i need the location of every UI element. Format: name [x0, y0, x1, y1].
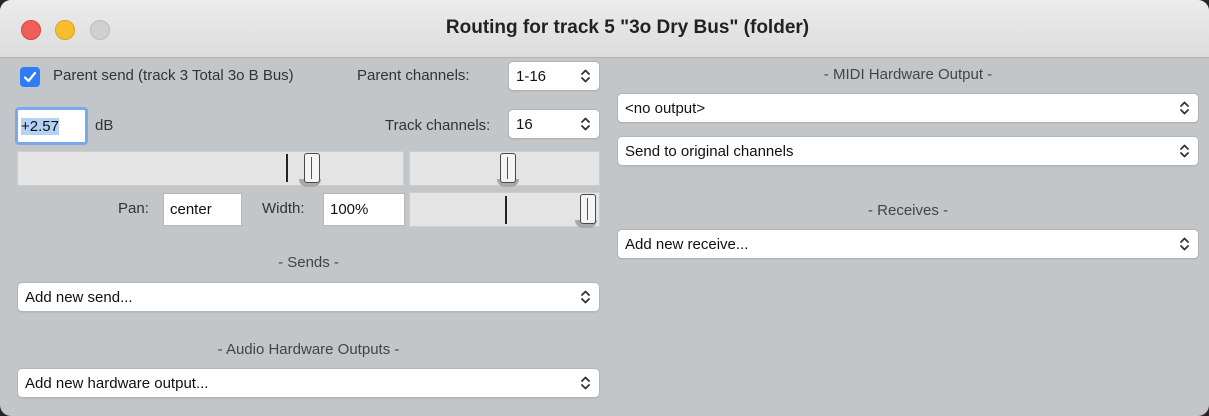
updown-chevron-icon	[581, 290, 590, 304]
width-value: 100%	[330, 201, 369, 218]
midi-output-heading: - MIDI Hardware Output -	[823, 66, 993, 83]
pan-input[interactable]: center	[163, 193, 242, 226]
updown-chevron-icon	[1180, 101, 1189, 115]
midi-output-select[interactable]: <no output>	[617, 93, 1199, 123]
midi-output-value: <no output>	[625, 99, 706, 117]
width-input[interactable]: 100%	[323, 193, 405, 226]
parent-channels-select[interactable]: 1-16	[508, 61, 600, 91]
add-hardware-output-select[interactable]: Add new hardware output...	[17, 368, 600, 398]
volume-unit-label: dB	[95, 117, 114, 134]
audio-hardware-heading: - Audio Hardware Outputs -	[217, 341, 400, 358]
parent-send-label[interactable]: Parent send (track 3 Total 3o B Bus)	[53, 67, 294, 84]
track-channels-select[interactable]: 16	[508, 109, 600, 139]
track-channels-value: 16	[516, 115, 533, 133]
pan-slider[interactable]	[409, 151, 600, 187]
midi-channels-select[interactable]: Send to original channels	[617, 136, 1199, 166]
receives-heading: - Receives -	[867, 202, 949, 219]
updown-chevron-icon	[581, 117, 590, 131]
parent-channels-value: 1-16	[516, 67, 547, 85]
volume-input[interactable]: +2.57	[15, 107, 88, 145]
sends-heading: - Sends -	[278, 254, 339, 271]
volume-zero-mark	[286, 154, 288, 182]
pan-value: center	[170, 201, 212, 218]
add-send-select[interactable]: Add new send...	[17, 282, 600, 312]
checkmark-icon	[23, 71, 37, 83]
updown-chevron-icon	[1180, 144, 1189, 158]
add-hardware-output-label: Add new hardware output...	[25, 374, 209, 392]
routing-window: Routing for track 5 "3o Dry Bus" (folder…	[0, 0, 1209, 416]
midi-channels-value: Send to original channels	[625, 142, 794, 160]
window-title: Routing for track 5 "3o Dry Bus" (folder…	[445, 17, 810, 38]
volume-value: +2.57	[21, 117, 59, 135]
parent-send-checkbox[interactable]	[20, 67, 40, 87]
add-receive-label: Add new receive...	[625, 235, 749, 253]
pan-slider-knob[interactable]	[500, 153, 516, 183]
updown-chevron-icon	[1180, 237, 1189, 251]
width-center-mark	[505, 196, 507, 224]
updown-chevron-icon	[581, 69, 590, 83]
track-channels-label: Track channels:	[385, 117, 491, 134]
add-receive-select[interactable]: Add new receive...	[617, 229, 1199, 259]
parent-channels-label: Parent channels:	[357, 67, 470, 84]
width-slider-knob[interactable]	[580, 194, 596, 224]
volume-slider-knob[interactable]	[304, 153, 320, 183]
add-send-label: Add new send...	[25, 288, 133, 306]
width-slider[interactable]	[409, 192, 600, 228]
title-bar: Routing for track 5 "3o Dry Bus" (folder…	[0, 0, 1209, 58]
volume-slider[interactable]	[17, 151, 404, 187]
updown-chevron-icon	[581, 376, 590, 390]
width-label: Width:	[262, 200, 305, 217]
pan-label: Pan:	[118, 200, 149, 217]
